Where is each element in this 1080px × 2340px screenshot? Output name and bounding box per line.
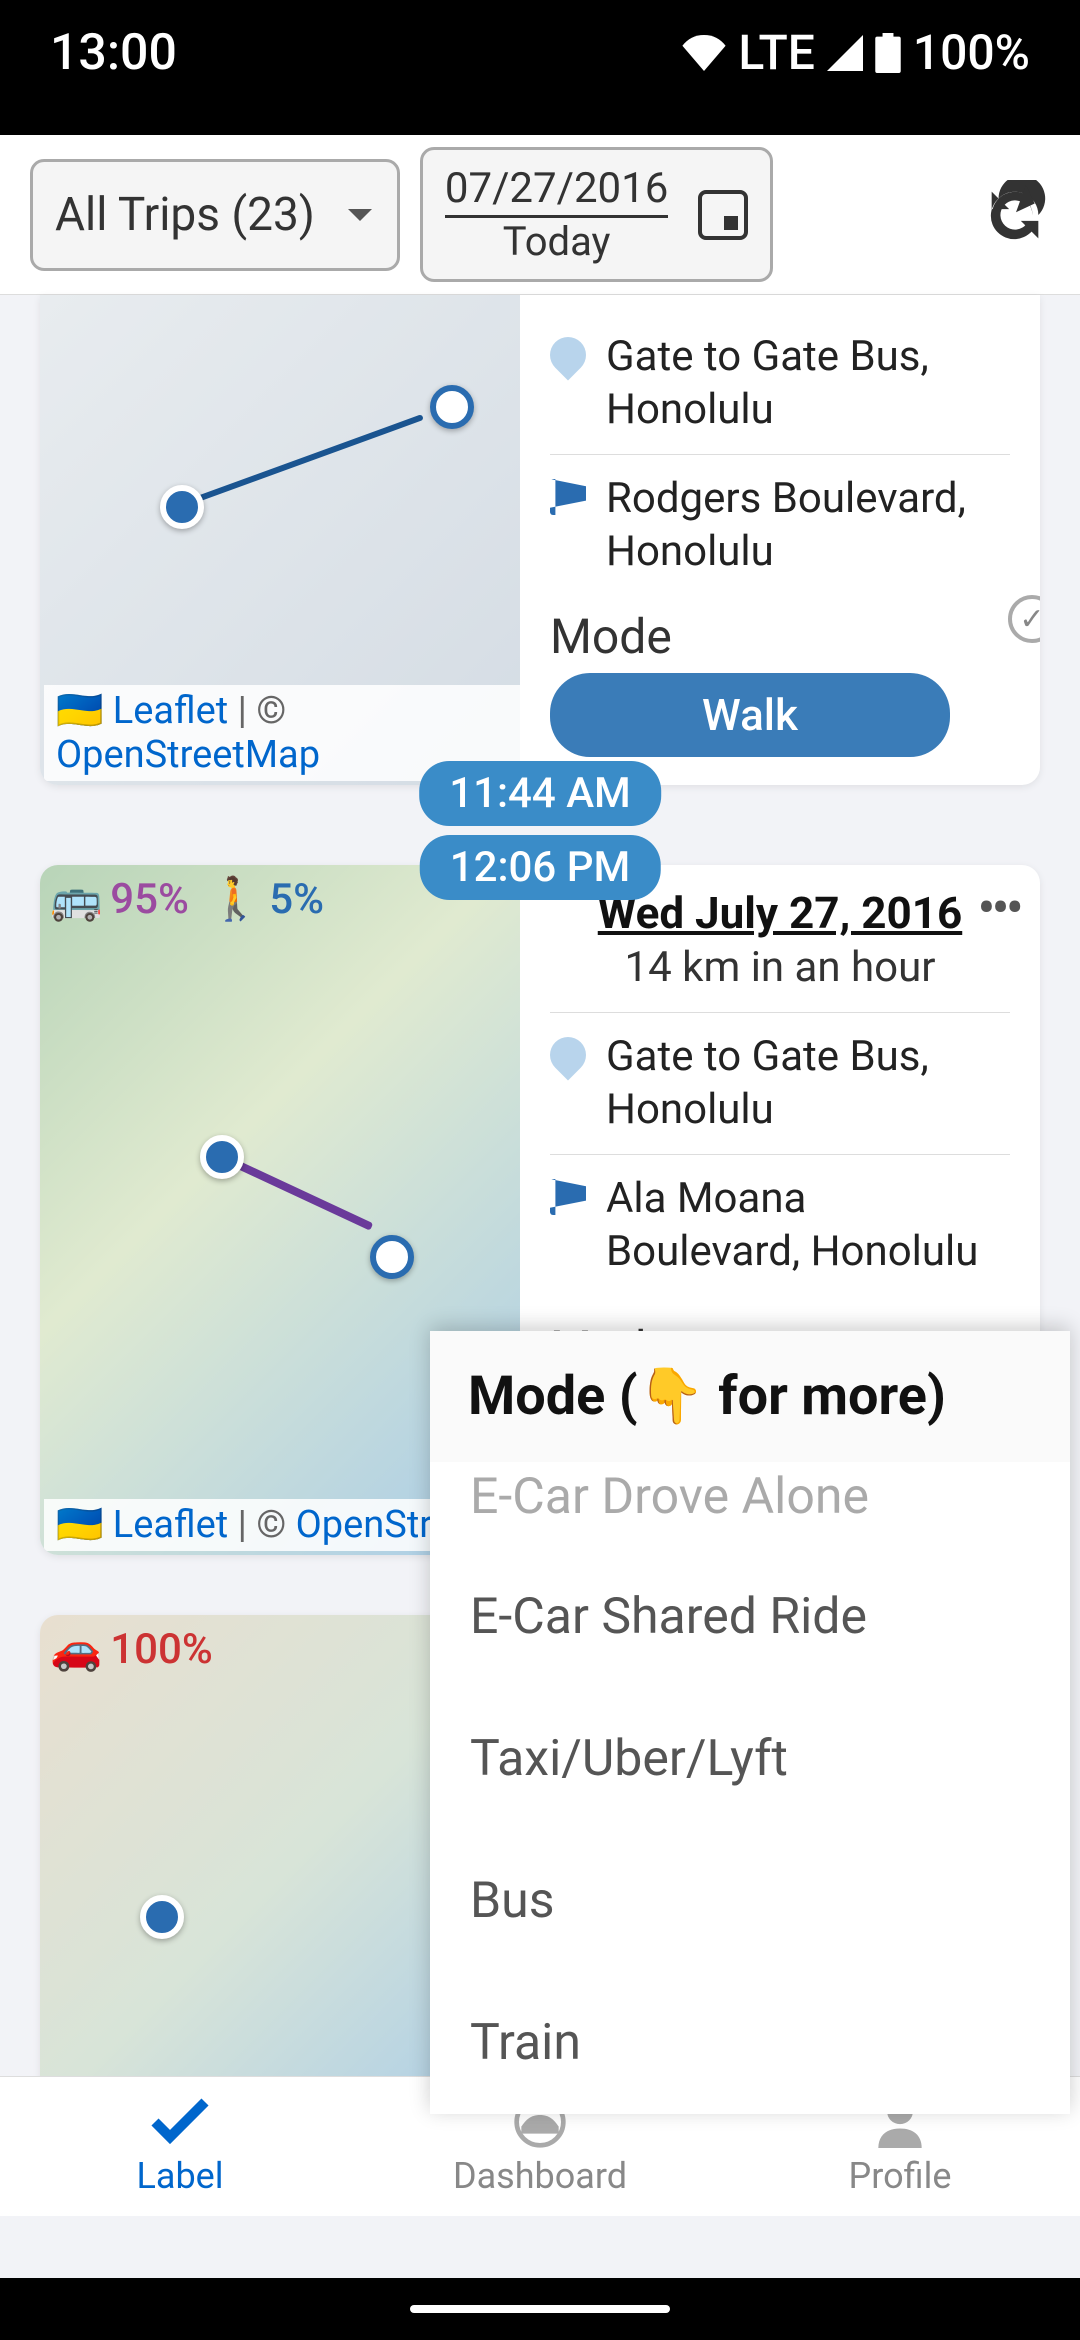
- wifi-icon: [682, 35, 726, 71]
- trips-filter-dropdown[interactable]: All Trips (23): [30, 159, 400, 271]
- date-picker-button[interactable]: 07/27/2016 Today: [420, 147, 774, 282]
- origin-text: Gate to Gate Bus, Honolulu: [606, 1031, 1010, 1136]
- mode-selection-popup: Mode (👇 for more) E-Car Drove Alone E-Ca…: [430, 1331, 1070, 2114]
- signal-icon: [827, 35, 863, 71]
- trip-card: 🇺🇦 Leaflet | © OpenStreetMap Gate to Gat…: [40, 295, 1040, 785]
- verified-check-icon[interactable]: ✓: [1008, 595, 1040, 643]
- toolbar: All Trips (23) 07/27/2016 Today: [0, 135, 1080, 295]
- map-start-pin: [200, 1135, 244, 1179]
- leaflet-link[interactable]: Leaflet: [113, 689, 228, 733]
- origin-text: Gate to Gate Bus, Honolulu: [606, 331, 1010, 436]
- tab-label[interactable]: Label: [0, 2077, 360, 2216]
- car-icon: 🚗: [50, 1625, 102, 1674]
- mode-option[interactable]: Taxi/Uber/Lyft: [430, 1688, 1070, 1830]
- trip-end-time: 11:44 AM: [419, 761, 661, 826]
- chevron-down-icon: [345, 200, 375, 230]
- refresh-icon: [980, 180, 1050, 250]
- mode-label: Mode: [550, 608, 1010, 665]
- android-nav-bar: [0, 2278, 1080, 2340]
- osm-link[interactable]: OpenStreetMap: [56, 733, 320, 777]
- map-end-pin: [370, 1235, 414, 1279]
- battery-icon: [875, 33, 901, 73]
- car-confidence-badge: 🚗 100%: [50, 1625, 213, 1674]
- map-start-pin: [140, 1895, 184, 1939]
- trip-start-time: 12:06 PM: [420, 835, 661, 900]
- calendar-icon: [698, 190, 748, 240]
- map-attribution: 🇺🇦 Leaflet | © OpenStree: [44, 1499, 484, 1551]
- destination-text: Rodgers Boulevard, Honolulu: [606, 473, 1010, 578]
- check-icon: [150, 2097, 210, 2147]
- mode-option[interactable]: E-Car Drove Alone: [430, 1462, 1070, 1546]
- mode-option[interactable]: Train: [430, 1972, 1070, 2114]
- date-value: 07/27/2016: [445, 164, 669, 218]
- trip-map[interactable]: 🇺🇦 Leaflet | © OpenStreetMap: [40, 295, 520, 785]
- leaflet-link[interactable]: Leaflet: [113, 1503, 228, 1547]
- popup-title: Mode (👇 for more): [430, 1331, 1070, 1462]
- status-indicators: LTE 100%: [682, 24, 1030, 81]
- trip-distance: 14 km in an hour: [550, 943, 1010, 992]
- origin-pin-icon: [543, 1030, 594, 1081]
- mode-option[interactable]: E-Car Shared Ride: [430, 1546, 1070, 1688]
- filter-label: All Trips (23): [55, 188, 315, 242]
- more-options-button[interactable]: •••: [977, 877, 1020, 940]
- battery-percent: 100%: [913, 24, 1030, 81]
- refresh-button[interactable]: [980, 180, 1050, 250]
- date-today-label: Today: [445, 218, 669, 265]
- mode-option[interactable]: Bus: [430, 1830, 1070, 1972]
- home-indicator[interactable]: [410, 2305, 670, 2313]
- mode-button[interactable]: Walk: [550, 673, 950, 757]
- destination-text: Ala Moana Boulevard, Honolulu: [606, 1173, 1010, 1278]
- map-end-pin: [430, 385, 474, 429]
- origin-pin-icon: [543, 330, 594, 381]
- status-time: 13:00: [50, 24, 177, 82]
- destination-flag-icon: [550, 479, 586, 515]
- destination-flag-icon: [550, 1179, 586, 1215]
- walk-confidence-badge: 🚶 5%: [209, 875, 324, 924]
- network-type: LTE: [738, 24, 814, 81]
- bus-icon: 🚌: [50, 875, 102, 924]
- status-bar: 13:00 LTE 100%: [0, 0, 1080, 135]
- map-start-pin: [160, 485, 204, 529]
- bus-confidence-badge: 🚌 95%: [50, 875, 189, 924]
- walk-icon: 🚶: [209, 875, 261, 924]
